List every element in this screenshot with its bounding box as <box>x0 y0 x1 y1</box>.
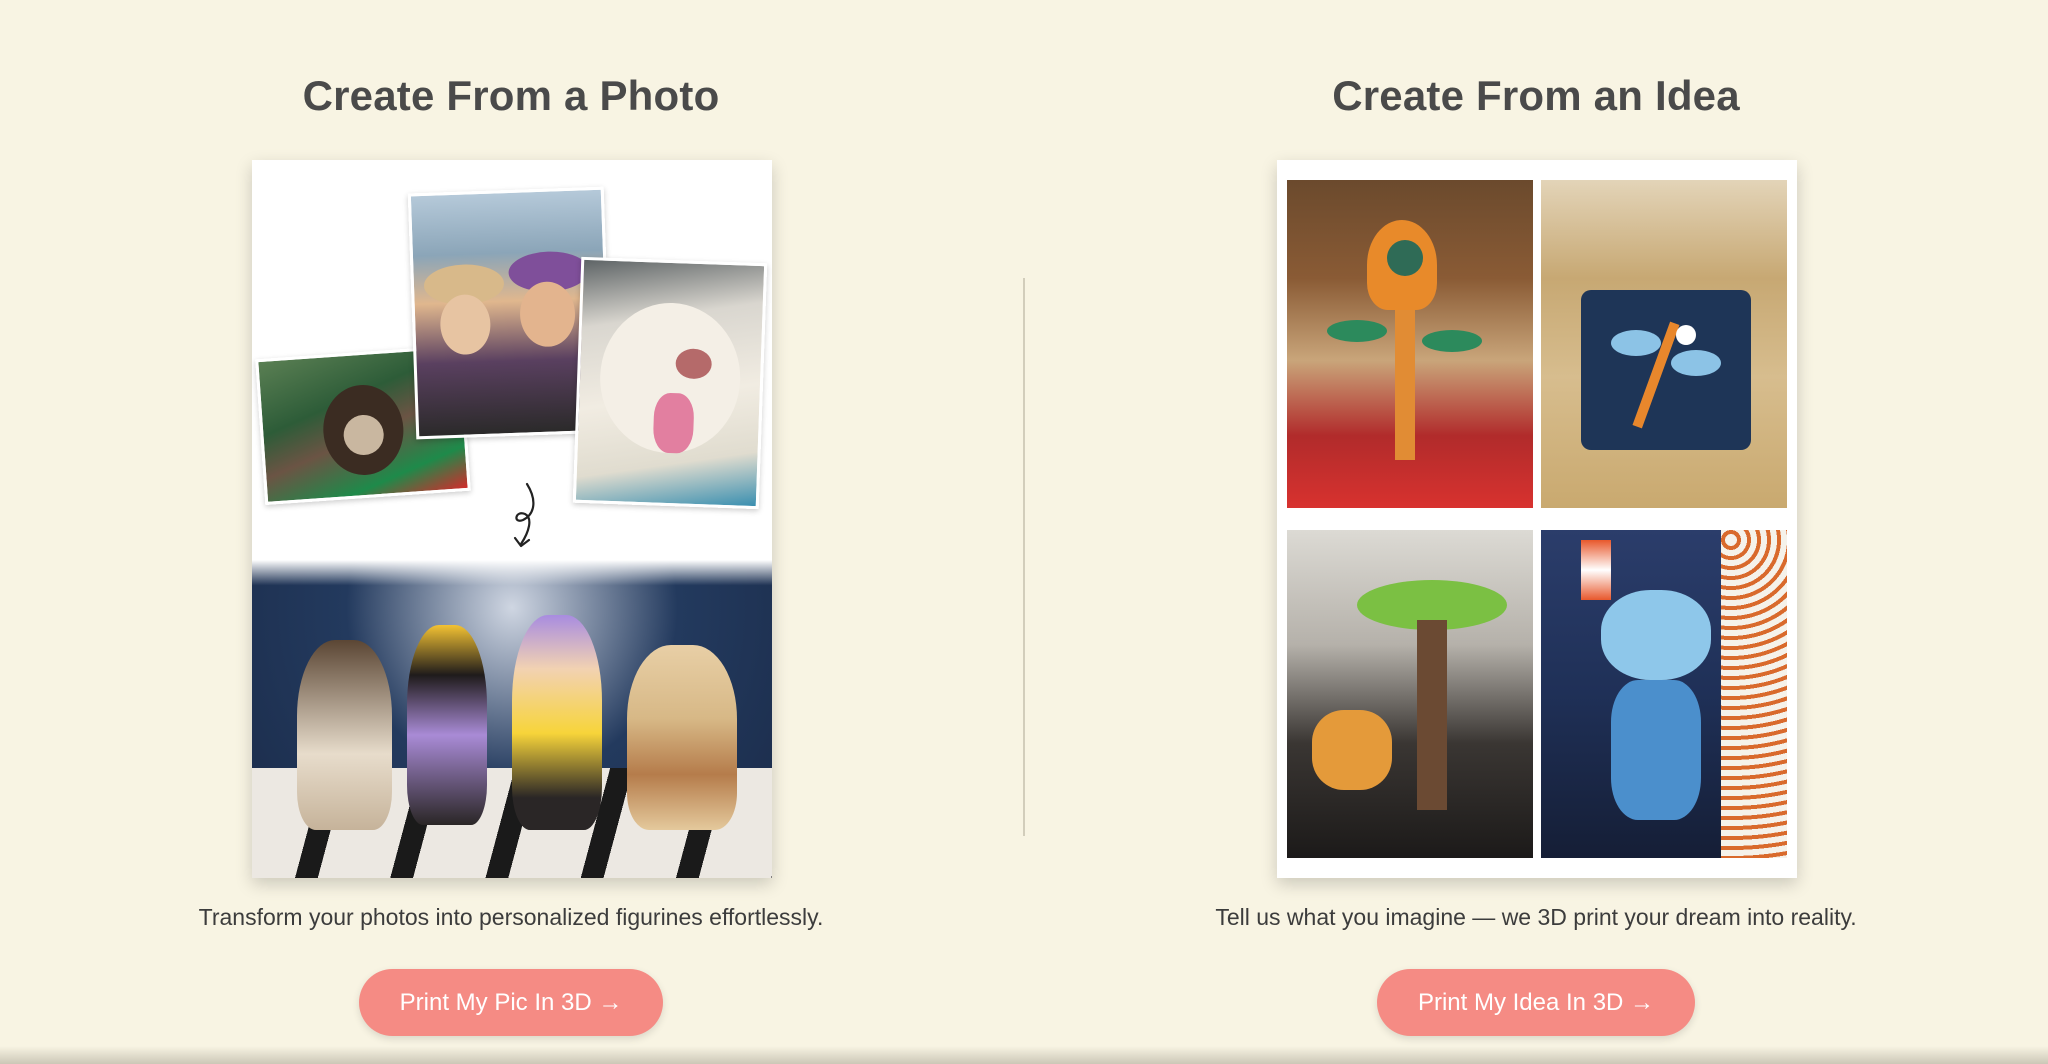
photo-collage-card <box>252 160 772 878</box>
man-face <box>518 280 577 348</box>
white-dog-photo <box>572 256 768 510</box>
print-my-pic-button[interactable]: Print My Pic In 3D → <box>359 969 663 1036</box>
idea-section: Create From an Idea Tell us what you ima… <box>1024 0 2048 1064</box>
blue-leaf-sculpture-photo <box>1541 180 1787 508</box>
tree-trunk <box>1417 620 1447 810</box>
navy-block <box>1581 290 1751 450</box>
stem <box>1395 310 1415 460</box>
corgi-figurine <box>1312 710 1392 790</box>
photo-section: Create From a Photo Transform your photo… <box>0 0 1024 1064</box>
photo-section-title: Create From a Photo <box>302 72 720 119</box>
idea-section-title: Create From an Idea <box>1332 72 1740 119</box>
woman-face <box>439 293 492 356</box>
dog-tongue <box>652 392 695 454</box>
white-ball <box>1676 325 1696 345</box>
astronaut-head <box>1601 590 1711 680</box>
frog <box>1387 240 1423 276</box>
light-blue-leaf-2 <box>1671 350 1721 376</box>
leaf-right <box>1422 330 1482 352</box>
tree-and-corgi-figurine-photo <box>1287 530 1533 858</box>
astronaut-figurine-photo <box>1541 530 1787 858</box>
idea-section-description: Tell us what you imagine — we 3D print y… <box>1215 904 1857 930</box>
woman-figurine <box>407 625 487 825</box>
traffic-cone <box>1581 540 1611 600</box>
print-my-idea-button[interactable]: Print My Idea In 3D → <box>1377 969 1695 1036</box>
light-blue-leaf <box>1611 330 1661 356</box>
white-dog-figurine <box>627 645 737 830</box>
leaf-left <box>1327 320 1387 342</box>
idea-gallery-card <box>1277 160 1797 878</box>
figurines-on-piano-photo <box>252 560 772 878</box>
astronaut-body <box>1611 680 1701 820</box>
curly-arrow-down-icon <box>513 482 535 548</box>
terrier-figurine <box>297 640 392 830</box>
man-figurine <box>512 615 602 830</box>
photo-section-description: Transform your photos into personalized … <box>198 904 824 930</box>
page: Create From a Photo Transform your photo… <box>0 0 2048 1064</box>
frog-on-flower-figurine-photo <box>1287 180 1533 508</box>
go-board <box>1721 530 1787 858</box>
bottom-shadow <box>0 1046 2048 1064</box>
